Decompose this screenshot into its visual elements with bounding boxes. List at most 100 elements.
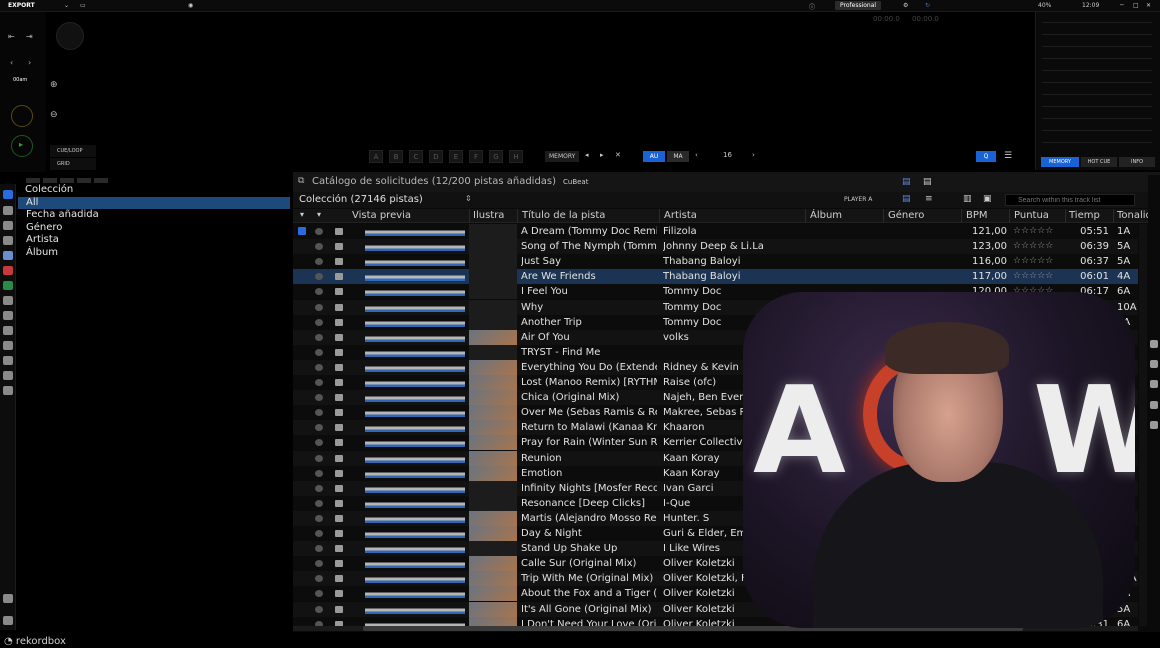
hotcue-f[interactable]: F [469, 150, 483, 163]
cue-loop-tab[interactable]: CUE/LOOP [50, 145, 96, 157]
hotcue-d[interactable]: D [429, 150, 443, 163]
table-row[interactable]: Are We Friends Thabang Baloyi 117,00 ☆☆☆☆☆ 0… [293, 269, 1138, 285]
histories-icon[interactable] [3, 296, 13, 305]
settings-icon[interactable] [3, 616, 13, 625]
memory-slot[interactable] [1042, 22, 1152, 23]
column-preview[interactable]: Vista previa [352, 210, 411, 221]
column-divider[interactable] [805, 209, 806, 223]
info-icon[interactable] [1150, 401, 1158, 409]
waveform-preview[interactable] [365, 574, 465, 584]
waveform-preview[interactable] [365, 559, 465, 569]
waveform-preview[interactable] [365, 408, 465, 418]
player-select[interactable]: PLAYER A [844, 196, 872, 203]
filter-icon[interactable]: ▾ [300, 210, 304, 219]
column-key[interactable]: Tonalid [1117, 210, 1152, 221]
track-rating[interactable]: ☆☆☆☆☆ [1013, 224, 1063, 239]
column-divider[interactable] [659, 209, 660, 223]
split-view-icon[interactable]: ▥ [963, 194, 972, 204]
waveform-preview[interactable] [365, 317, 465, 327]
column-divider[interactable] [517, 209, 518, 223]
history-icon[interactable] [3, 371, 13, 380]
auto-button[interactable]: AU [643, 151, 665, 162]
toolbar-segment[interactable] [43, 178, 57, 183]
tab-info[interactable]: INFO [1119, 157, 1155, 167]
column-rating[interactable]: Puntua [1014, 210, 1049, 221]
memory-slot[interactable] [1042, 82, 1152, 83]
vertical-scrollbar[interactable] [1139, 224, 1147, 626]
tab-memory[interactable]: MEMORY [1041, 157, 1079, 167]
track-rating[interactable]: ☆☆☆☆☆ [1013, 269, 1063, 284]
waveform-preview[interactable] [365, 544, 465, 554]
column-divider[interactable] [1009, 209, 1010, 223]
quantize-button[interactable]: Q [976, 151, 996, 162]
waveform-preview[interactable] [365, 453, 465, 463]
table-row[interactable]: A Dream (Tommy Doc Remix) Filizola 121,00 ☆… [293, 224, 1138, 240]
waveform-preview[interactable] [365, 423, 465, 433]
column-bpm[interactable]: BPM [966, 210, 988, 221]
next-track-icon[interactable]: ⇥ [26, 32, 33, 41]
streaming-icon[interactable] [3, 251, 13, 260]
waveform-preview[interactable] [365, 529, 465, 538]
filter-icon[interactable]: ▾ [317, 210, 321, 219]
memory-slot[interactable] [1042, 46, 1152, 47]
waveform-preview[interactable] [365, 483, 465, 493]
column-divider[interactable] [1065, 209, 1066, 223]
sync-manager-icon[interactable] [3, 236, 13, 245]
hotcue-c[interactable]: C [409, 150, 423, 163]
waveform-preview[interactable] [365, 393, 465, 403]
panel-view-icon[interactable]: ▣ [983, 194, 992, 204]
memory-slot[interactable] [1042, 58, 1152, 59]
waveform-preview[interactable] [365, 589, 465, 599]
waveform-preview[interactable] [365, 513, 465, 523]
beat-increase-icon[interactable]: › [752, 151, 755, 159]
waveform-preview[interactable] [365, 347, 465, 357]
hotcue-h[interactable]: H [509, 150, 523, 163]
column-genre[interactable]: Género [888, 210, 924, 221]
manual-button[interactable]: MA [667, 151, 689, 162]
grid-tab[interactable]: GRID [50, 158, 96, 170]
toolbar-segment[interactable] [26, 178, 40, 183]
waveform-preview[interactable] [365, 498, 465, 508]
hotcue-b[interactable]: B [389, 150, 403, 163]
copy-icon[interactable] [1150, 421, 1158, 429]
memory-prev-icon[interactable]: ◂ [585, 151, 589, 159]
beat-decrease-icon[interactable]: ‹ [695, 151, 698, 159]
track-rating[interactable]: ☆☆☆☆☆ [1013, 254, 1063, 269]
lock-icon[interactable] [3, 341, 13, 350]
waveform-preview[interactable] [365, 438, 465, 448]
column-album[interactable]: Álbum [810, 210, 842, 221]
collection-icon[interactable] [3, 190, 13, 199]
column-divider[interactable] [1113, 209, 1114, 223]
list-view-icon[interactable]: ▤ [902, 177, 911, 187]
waveform-preview[interactable] [365, 242, 465, 252]
sync-icon[interactable]: ↻ [925, 2, 930, 9]
maximize-icon[interactable]: □ [1133, 2, 1139, 9]
jog-disc[interactable] [56, 22, 84, 50]
waveform-preview[interactable] [365, 468, 465, 478]
chevron-left-icon[interactable]: ‹ [10, 58, 13, 67]
waveform-preview[interactable] [365, 604, 465, 614]
mode-select[interactable]: EXPORT [8, 2, 35, 9]
column-divider[interactable] [469, 209, 470, 223]
memory-slot[interactable] [1042, 142, 1152, 143]
cue-button[interactable] [11, 105, 33, 127]
search-input[interactable] [1005, 194, 1135, 206]
chevron-down-icon[interactable]: ⌄ [64, 2, 69, 9]
memory-slot[interactable] [1042, 118, 1152, 119]
memory-slot[interactable] [1042, 130, 1152, 131]
list-icon[interactable]: ≡ [925, 194, 933, 204]
waveform-preview[interactable] [365, 257, 465, 267]
hotcue-a[interactable]: A [369, 150, 383, 163]
layout-icon[interactable]: ▭ [80, 2, 86, 9]
cubeat-label[interactable]: CuBeat [563, 178, 588, 186]
gear-icon[interactable]: ⚙ [903, 2, 908, 9]
info-icon[interactable]: ⓘ [809, 2, 815, 11]
column-divider[interactable] [883, 209, 884, 223]
toolbar-segment[interactable] [60, 178, 74, 183]
play-button[interactable]: ▸ [11, 135, 33, 157]
tree-item-artist[interactable]: Artista [18, 234, 290, 247]
column-title[interactable]: Título de la pista [522, 210, 605, 221]
monitor-icon[interactable] [3, 311, 13, 320]
tree-item-album[interactable]: Álbum [18, 247, 290, 260]
waveform-preview[interactable] [365, 332, 465, 342]
